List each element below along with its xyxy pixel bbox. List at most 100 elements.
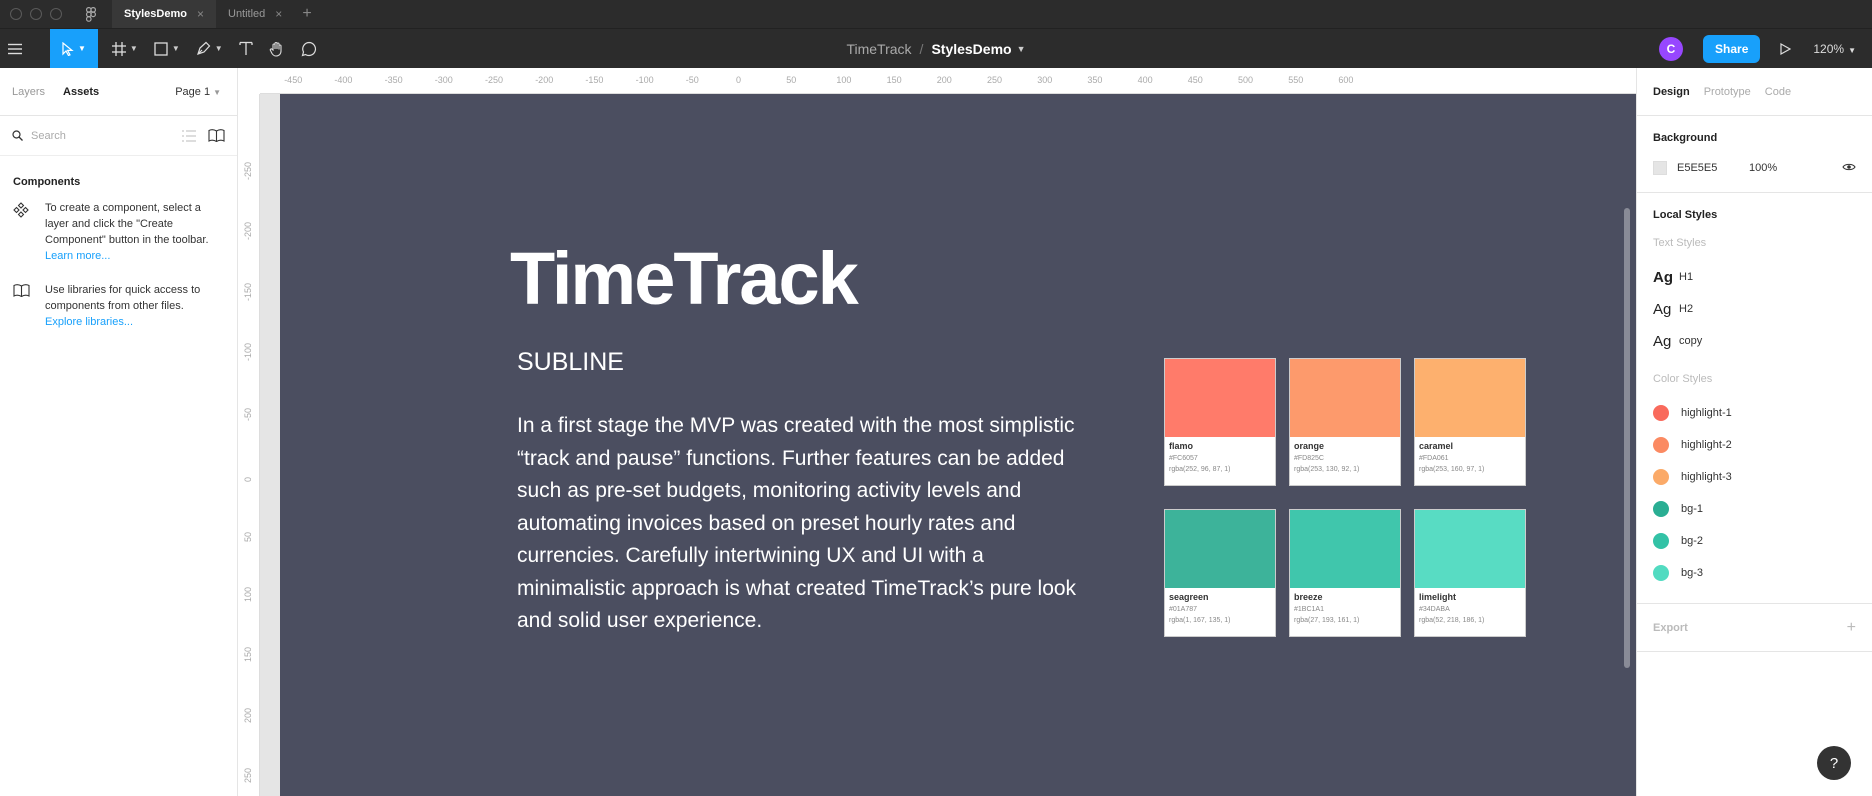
ruler-tick: -150 (585, 75, 604, 85)
color-style-name: highlight-2 (1681, 439, 1732, 451)
search-input[interactable]: Search (31, 130, 170, 142)
local-styles-section: Local Styles Text Styles Ag H1 Ag H2 Ag … (1637, 193, 1872, 604)
libraries-help-text: Use libraries for quick access to compon… (45, 282, 224, 330)
ruler-tick: -200 (243, 222, 253, 241)
team-library-icon[interactable] (208, 129, 225, 142)
chevron-down-icon: ▼ (213, 87, 221, 97)
background-hex-input[interactable]: E5E5E5 (1677, 162, 1749, 174)
main-menu-button[interactable] (0, 29, 30, 69)
add-export-icon[interactable]: + (1847, 619, 1856, 637)
swatch-meta: breeze #1BC1A1 rgba(27, 193, 161, 1) (1290, 588, 1400, 628)
tab-assets[interactable]: Assets (63, 86, 99, 98)
artboard-frame[interactable]: TimeTrack SUBLINE In a first stage the M… (280, 94, 1636, 796)
breadcrumb-file[interactable]: StylesDemo (931, 41, 1011, 57)
figma-logo-icon[interactable] (84, 6, 98, 22)
close-tab-icon[interactable]: × (275, 7, 282, 21)
swatch-color (1165, 359, 1275, 437)
swatch-card-breeze[interactable]: breeze #1BC1A1 rgba(27, 193, 161, 1) (1289, 509, 1401, 637)
text-styles-title: Text Styles (1653, 237, 1707, 249)
zoom-dropdown[interactable]: 120% ▼ (1813, 42, 1856, 56)
chevron-down-icon: ▼ (1848, 46, 1856, 55)
swatch-meta: flamo #FC6057 rgba(252, 96, 87, 1) (1165, 437, 1275, 477)
chevron-down-icon: ▼ (171, 44, 180, 53)
components-title: Components (13, 176, 81, 188)
present-button[interactable] (1780, 43, 1792, 55)
ruler-tick: 100 (836, 75, 852, 85)
text-style-h2[interactable]: Ag H2 (1653, 293, 1856, 325)
ruler-tick: -200 (535, 75, 554, 85)
share-button[interactable]: Share (1703, 35, 1761, 63)
color-style-bg-3[interactable]: bg-3 (1653, 557, 1856, 589)
color-style-highlight-2[interactable]: highlight-2 (1653, 429, 1856, 461)
help-button[interactable]: ? (1817, 746, 1851, 780)
background-fill-row: E5E5E5 100% (1653, 144, 1856, 192)
component-icon (13, 200, 45, 264)
body-copy[interactable]: In a first stage the MVP was created wit… (517, 410, 1097, 638)
ruler-tick: 200 (243, 707, 253, 723)
tab-stylesdemo[interactable]: StylesDemo × (112, 0, 216, 28)
library-help-body: Use libraries for quick access to compon… (45, 284, 201, 312)
ruler-tick: -50 (243, 408, 253, 422)
text-style-h1[interactable]: Ag H1 (1653, 261, 1856, 293)
swatch-card-seagreen[interactable]: seagreen #01A787 rgba(1, 167, 135, 1) (1164, 509, 1276, 637)
ruler-corner (238, 68, 260, 94)
swatch-color (1415, 359, 1525, 437)
tab-design[interactable]: Design (1653, 86, 1690, 98)
tab-untitled[interactable]: Untitled × (216, 0, 294, 28)
hand-icon (269, 41, 282, 57)
tab-code[interactable]: Code (1765, 86, 1791, 98)
text-tool-button[interactable] (231, 29, 261, 69)
background-color-swatch[interactable] (1653, 161, 1667, 175)
vertical-ruler: -250 -200 -150 -100 -50 0 50 100 150 200 250 (238, 68, 260, 796)
eye-icon[interactable] (1842, 162, 1856, 175)
minimize-window-button[interactable] (30, 8, 42, 20)
zoom-window-button[interactable] (50, 8, 62, 20)
swatch-meta: limelight #34DABA rgba(52, 218, 186, 1) (1415, 588, 1525, 628)
pen-tool-button[interactable]: ▼ (188, 29, 231, 69)
ruler-tick: -300 (434, 75, 453, 85)
ruler-tick: 400 (1137, 75, 1153, 85)
color-style-highlight-1[interactable]: highlight-1 (1653, 397, 1856, 429)
page-selector[interactable]: Page 1 ▼ (175, 86, 221, 98)
swatch-card-flamo[interactable]: flamo #FC6057 rgba(252, 96, 87, 1) (1164, 358, 1276, 486)
shape-tool-button[interactable]: ▼ (146, 29, 188, 69)
frame-tool-button[interactable]: ▼ (104, 29, 146, 69)
chevron-down-icon: ▼ (214, 44, 223, 53)
background-opacity-input[interactable]: 100% (1749, 162, 1842, 174)
tab-prototype[interactable]: Prototype (1704, 86, 1751, 98)
export-section: Export + (1637, 604, 1872, 652)
learn-more-link[interactable]: Learn more... (45, 250, 110, 262)
close-tab-icon[interactable]: × (197, 7, 204, 21)
swatch-card-orange[interactable]: orange #FD825C rgba(253, 130, 92, 1) (1289, 358, 1401, 486)
canvas-scrollbar[interactable] (1624, 208, 1630, 668)
subline-text[interactable]: SUBLINE (517, 348, 624, 377)
ruler-tick: 200 (936, 75, 952, 85)
color-style-highlight-3[interactable]: highlight-3 (1653, 461, 1856, 493)
ruler-tick: 300 (1037, 75, 1053, 85)
move-tool-button[interactable]: ▼ (50, 28, 98, 69)
horizontal-ruler: -500-450-400-350-300-250-200-150-100-500… (238, 68, 1636, 94)
comment-tool-button[interactable] (293, 29, 325, 69)
swatch-card-limelight[interactable]: limelight #34DABA rgba(52, 218, 186, 1) (1414, 509, 1526, 637)
color-style-swatch (1653, 533, 1669, 549)
color-style-bg-1[interactable]: bg-1 (1653, 493, 1856, 525)
color-style-bg-2[interactable]: bg-2 (1653, 525, 1856, 557)
swatch-hex: #FD825C (1294, 455, 1324, 462)
swatch-name: caramel (1419, 441, 1454, 451)
hand-tool-button[interactable] (261, 29, 293, 69)
avatar[interactable]: C (1659, 37, 1684, 61)
text-style-copy[interactable]: Ag copy (1653, 325, 1856, 357)
close-window-button[interactable] (10, 8, 22, 20)
explore-libraries-link[interactable]: Explore libraries... (45, 316, 133, 328)
swatch-card-caramel[interactable]: caramel #FDA061 rgba(253, 160, 97, 1) (1414, 358, 1526, 486)
tab-layers[interactable]: Layers (12, 86, 45, 98)
assets-search[interactable]: Search (0, 116, 237, 156)
breadcrumb-project[interactable]: TimeTrack (846, 41, 911, 57)
list-view-icon[interactable] (182, 130, 196, 142)
new-tab-icon[interactable]: + (302, 5, 311, 23)
canvas[interactable]: -50 0 -450 -400 -350 -300 -250 -200 -150 -100 -50 0… (238, 68, 1636, 796)
swatch-hex: #FC6057 (1169, 455, 1198, 462)
chevron-down-icon[interactable]: ▼ (1017, 44, 1026, 54)
headline-title[interactable]: TimeTrack (510, 242, 859, 316)
swatch-name: orange (1294, 441, 1325, 451)
